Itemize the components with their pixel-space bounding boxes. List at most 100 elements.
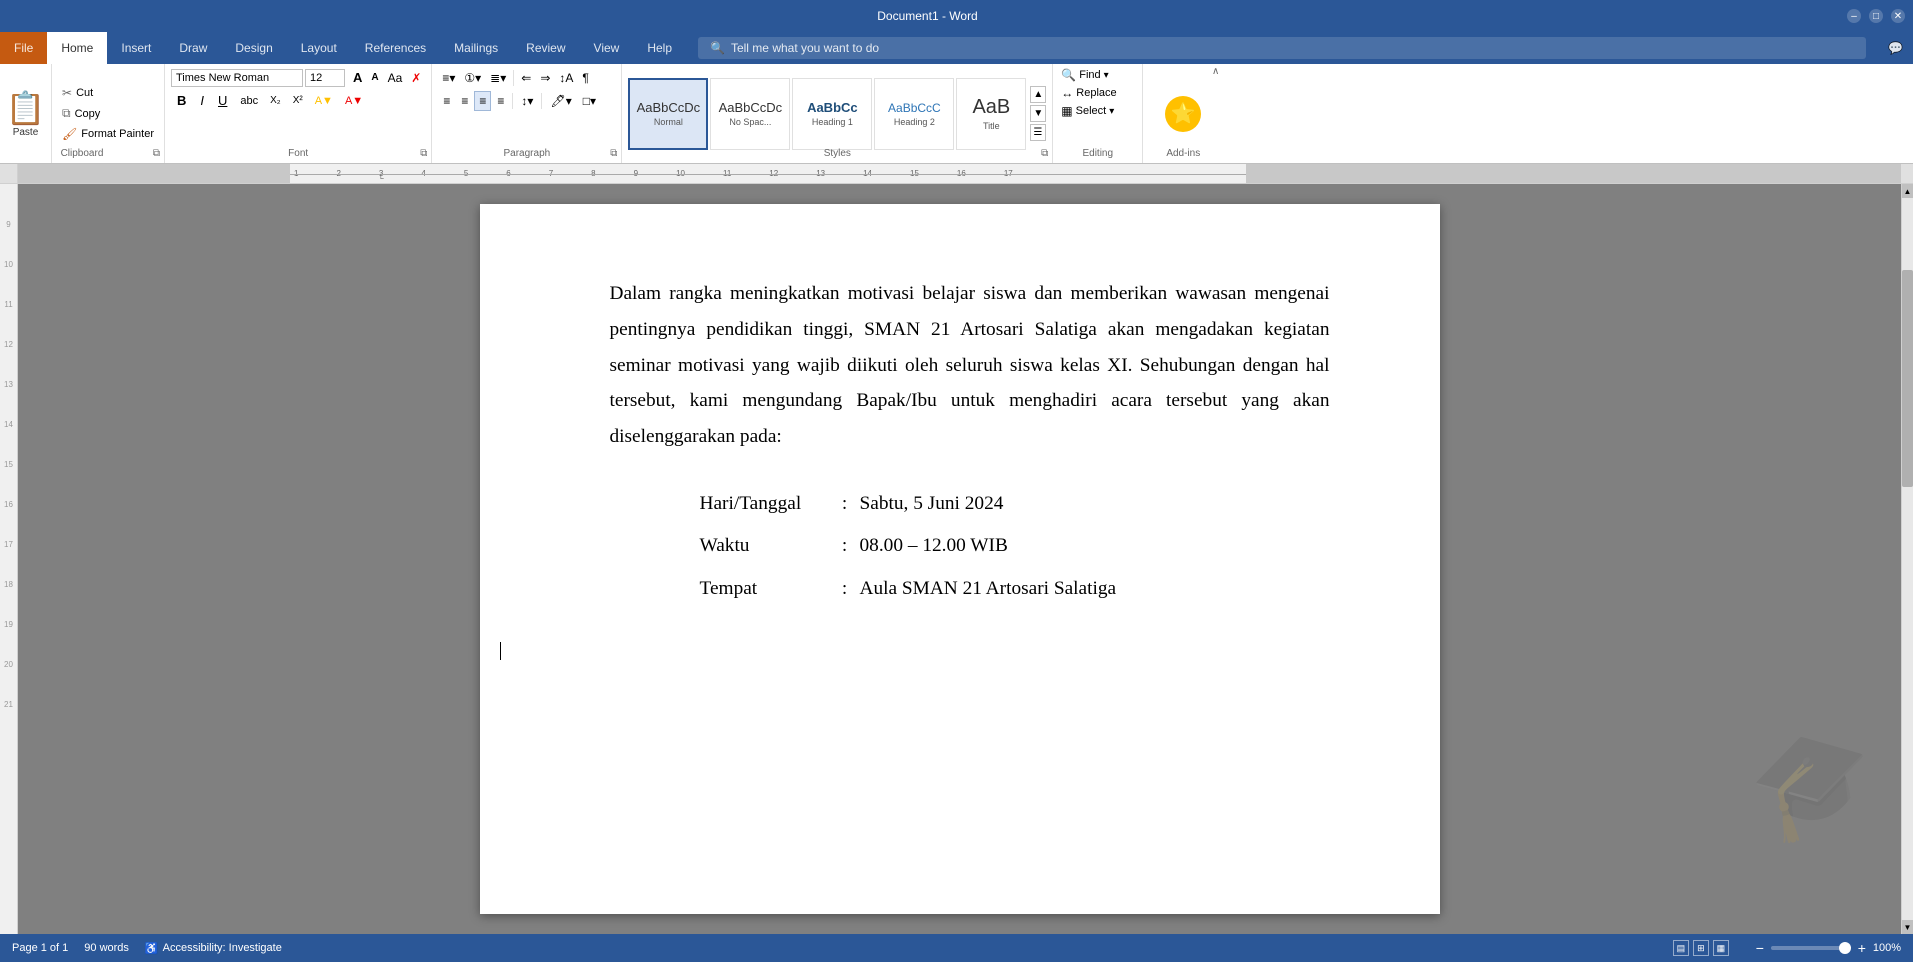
addins-star-button[interactable]: ⭐	[1165, 96, 1201, 132]
document-scroll-area[interactable]: Dalam rangka meningkatkan motivasi belaj…	[18, 184, 1901, 934]
underline-button[interactable]: U	[212, 90, 233, 111]
tab-insert[interactable]: Insert	[107, 32, 165, 64]
multilevel-list-button[interactable]: ≣▾	[486, 68, 510, 88]
tab-references[interactable]: References	[351, 32, 440, 64]
subscript-button[interactable]: X₂	[265, 92, 286, 109]
style-no-spacing[interactable]: AaBbCcDc No Spac...	[710, 78, 790, 150]
search-bar[interactable]: 🔍 Tell me what you want to do	[698, 37, 1866, 59]
styles-expand-icon[interactable]: ⧉	[1041, 148, 1048, 159]
font-grow-button[interactable]: A	[349, 68, 366, 87]
style-heading1[interactable]: AaBbCc Heading 1	[792, 78, 872, 150]
tab-help[interactable]: Help	[633, 32, 686, 64]
font-shrink-button[interactable]: A	[367, 70, 382, 85]
styles-group: AaBbCcDc Normal AaBbCcDc No Spac... AaBb…	[622, 64, 1053, 163]
scroll-thumb[interactable]	[1902, 270, 1913, 487]
scroll-track[interactable]	[1902, 198, 1913, 920]
accessibility-label: Accessibility: Investigate	[163, 942, 282, 954]
zoom-in-button[interactable]: +	[1855, 941, 1869, 955]
copy-button[interactable]: ⧉ Copy	[58, 104, 158, 123]
detail-value-1: Sabtu, 5 Juni 2024	[860, 483, 1004, 526]
chat-icon[interactable]: 💬	[1878, 32, 1913, 64]
style-title-label: Title	[983, 121, 1000, 131]
tab-review[interactable]: Review	[512, 32, 579, 64]
format-painter-label: Format Painter	[81, 128, 154, 140]
bold-button[interactable]: B	[171, 90, 192, 111]
font-size-input[interactable]	[305, 69, 345, 87]
style-normal[interactable]: AaBbCcDc Normal	[628, 78, 708, 150]
show-formatting-button[interactable]: ¶	[578, 68, 592, 88]
font-expand-icon[interactable]: ⧉	[420, 148, 427, 159]
style-heading2-text: AaBbCcC	[888, 101, 941, 115]
detail-label-2: Waktu	[700, 525, 830, 568]
styles-scroll-down[interactable]: ▼	[1030, 105, 1046, 122]
align-center-button[interactable]: ≡	[456, 91, 473, 111]
paragraph-group: ≡▾ ①▾ ≣▾ ⇐ ⇒ ↕A ¶ ≡ ≡ ≡ ≡ ↕▾ 🖊▾ □▾ Parag…	[432, 64, 622, 163]
tab-draw[interactable]: Draw	[165, 32, 221, 64]
italic-button[interactable]: I	[194, 90, 210, 111]
document-paragraph-1[interactable]: Dalam rangka meningkatkan motivasi belaj…	[610, 276, 1330, 455]
scroll-up-button[interactable]: ▲	[1902, 184, 1913, 198]
style-normal-text: AaBbCcDc	[637, 100, 701, 115]
sort-button[interactable]: ↕A	[555, 68, 577, 88]
line-spacing-button[interactable]: ↕▾	[516, 91, 538, 111]
styles-scroll-up[interactable]: ▲	[1030, 86, 1046, 103]
strikethrough-button[interactable]: abc	[235, 92, 263, 110]
clear-format-button[interactable]: ✗	[407, 69, 425, 87]
paragraph-expand-icon[interactable]: ⧉	[610, 148, 617, 159]
paste-icon: 📋	[6, 89, 46, 127]
vertical-scrollbar[interactable]: ▲ ▼	[1901, 184, 1913, 934]
replace-button[interactable]: ↔ Replace	[1061, 86, 1134, 100]
tab-design[interactable]: Design	[221, 32, 286, 64]
font-color-button[interactable]: A▼	[340, 92, 368, 110]
format-painter-button[interactable]: 🖌 Format Painter	[58, 125, 158, 143]
cut-label: Cut	[76, 87, 93, 99]
cut-button[interactable]: ✂ Cut	[58, 84, 158, 102]
accessibility-status[interactable]: ♿ Accessibility: Investigate	[145, 942, 282, 955]
detail-colon-1: :	[830, 483, 860, 526]
maximize-button[interactable]: □	[1869, 9, 1883, 23]
borders-button[interactable]: □▾	[578, 91, 601, 111]
tab-file[interactable]: File	[0, 32, 47, 64]
change-case-button[interactable]: Aa	[384, 69, 407, 87]
increase-indent-button[interactable]: ⇒	[536, 68, 554, 88]
print-layout-view-button[interactable]: ▤	[1673, 940, 1689, 956]
tab-home[interactable]: Home	[47, 32, 107, 64]
justify-button[interactable]: ≡	[492, 91, 509, 111]
style-title[interactable]: AaB Title	[956, 78, 1026, 150]
ribbon-collapse-icon[interactable]: ∧	[1212, 66, 1219, 77]
align-left-button[interactable]: ≡	[438, 91, 455, 111]
close-button[interactable]: ✕	[1891, 9, 1905, 23]
select-button[interactable]: ▦ Select ▾	[1061, 104, 1134, 118]
style-heading2[interactable]: AaBbCcC Heading 2	[874, 78, 954, 150]
font-row-2: B I U abc X₂ X² A▼ A▼	[171, 90, 425, 111]
web-view-button[interactable]: ⊞	[1693, 940, 1709, 956]
tab-view[interactable]: View	[580, 32, 634, 64]
tab-layout[interactable]: Layout	[287, 32, 351, 64]
zoom-out-button[interactable]: −	[1753, 941, 1767, 955]
bullets-button[interactable]: ≡▾	[438, 68, 459, 88]
format-painter-icon: 🖌	[62, 127, 77, 141]
tab-mailings[interactable]: Mailings	[440, 32, 512, 64]
detail-colon-2: :	[830, 525, 860, 568]
superscript-button[interactable]: X²	[288, 92, 308, 109]
decrease-indent-button[interactable]: ⇐	[517, 68, 535, 88]
styles-more[interactable]: ☰	[1030, 124, 1046, 141]
document-details: Hari/Tanggal : Sabtu, 5 Juni 2024 Waktu …	[700, 483, 1330, 611]
font-name-input[interactable]	[171, 69, 303, 87]
numbering-button[interactable]: ①▾	[460, 68, 485, 88]
paragraph-group-label: Paragraph	[432, 148, 621, 159]
select-label: Select	[1076, 105, 1107, 117]
shading-button[interactable]: 🖊▾	[545, 91, 576, 111]
ruler-scrollbar-space	[1901, 164, 1913, 183]
align-right-button[interactable]: ≡	[474, 91, 491, 111]
style-heading1-label: Heading 1	[812, 117, 853, 127]
find-button[interactable]: 🔍 Find ▾	[1061, 68, 1134, 82]
zoom-slider[interactable]	[1771, 946, 1851, 950]
scroll-down-button[interactable]: ▼	[1902, 920, 1913, 934]
minimize-button[interactable]: –	[1847, 9, 1861, 23]
view-buttons: ▤ ⊞ ▦	[1673, 940, 1729, 956]
clipboard-expand-icon[interactable]: ⧉	[153, 148, 160, 159]
highlight-color-button[interactable]: A▼	[310, 92, 338, 110]
read-view-button[interactable]: ▦	[1713, 940, 1729, 956]
ruler: └ 1234567891011121314151617	[0, 164, 1913, 184]
